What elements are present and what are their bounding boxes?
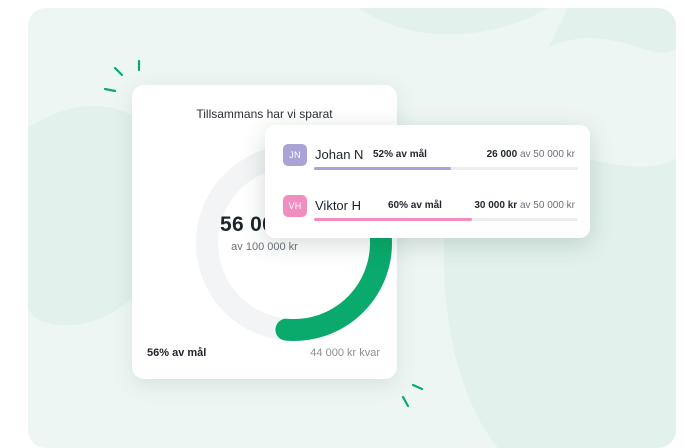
spark-line: [401, 395, 410, 408]
avatar: VH: [283, 195, 307, 217]
person-goal: av 50 000 kr: [519, 149, 575, 160]
goal-total: av 100 000 kr: [231, 241, 298, 253]
person-name: Viktor H: [315, 198, 361, 213]
person-name: Johan N: [315, 147, 364, 162]
progress-track: [314, 218, 578, 221]
person-percent: 52% av mål: [373, 149, 427, 160]
person-row: VH Viktor H 60% av mål 30 000 kr av 50 0…: [265, 195, 590, 235]
person-amount: 30 000 kr av 50 000 kr: [474, 200, 575, 211]
person-goal: av 50 000 kr: [519, 200, 575, 211]
person-percent: 60% av mål: [388, 200, 442, 211]
person-amount: 26 000 av 50 000 kr: [487, 149, 575, 160]
person-saved: 30 000 kr: [474, 200, 518, 211]
spark-line: [103, 87, 117, 93]
spark-line: [411, 383, 424, 391]
person-saved: 26 000: [486, 149, 518, 160]
person-row: JN Johan N 52% av mål 26 000 av 50 000 k…: [265, 144, 590, 184]
progress-label: 56% av mål: [147, 347, 207, 359]
progress-track: [314, 167, 578, 170]
progress-fill: [314, 167, 452, 170]
avatar: JN: [283, 144, 307, 166]
remaining-amount: 44 000 kr kvar: [310, 347, 380, 359]
progress-fill: [314, 218, 473, 221]
spark-line: [113, 66, 124, 77]
contributors-card: JN Johan N 52% av mål 26 000 av 50 000 k…: [265, 125, 590, 238]
